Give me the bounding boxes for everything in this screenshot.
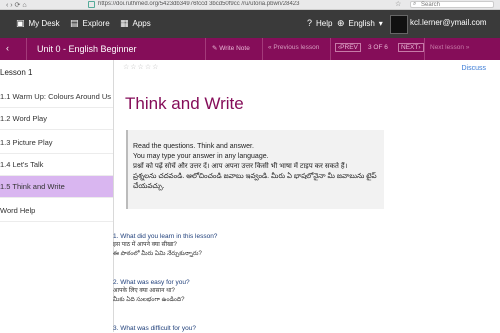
apps-link[interactable]: ▦ Apps bbox=[120, 18, 151, 29]
write-note-button[interactable]: ✎ Write Note bbox=[212, 44, 250, 52]
discuss-link[interactable]: Discuss bbox=[461, 65, 486, 72]
divider bbox=[205, 38, 206, 60]
apps-label: Apps bbox=[132, 19, 151, 28]
user-email[interactable]: kcl.lerner@ymail.com bbox=[410, 18, 487, 27]
lesson-content: ☆☆☆☆☆ Discuss Think and Write Read the q… bbox=[113, 60, 500, 332]
question-hindi: इस पाठ में आपने क्या सीखा? bbox=[113, 242, 177, 248]
instruction-line: Read the questions. Think and answer. bbox=[133, 143, 254, 150]
sidebar-item-warm-up[interactable]: 1.1 Warm Up: Colours Around Us bbox=[0, 86, 113, 108]
divider bbox=[424, 38, 425, 60]
divider bbox=[26, 38, 27, 60]
question-text: 2. What was easy for you? bbox=[113, 279, 190, 286]
help-icon: ? bbox=[307, 18, 313, 28]
page-indicator: 3 OF 6 bbox=[368, 44, 388, 51]
divider bbox=[330, 38, 331, 60]
explore-label: Explore bbox=[82, 19, 110, 28]
search-icon: ⌕ bbox=[413, 1, 417, 7]
my-desk-link[interactable]: ▣ My Desk bbox=[16, 18, 60, 29]
apps-icon: ▦ bbox=[120, 18, 129, 28]
lesson-heading: Lesson 1 bbox=[0, 68, 33, 77]
browser-toolbar: ‹ › ⟳ ⌂ https://doi.ruthmed.org/5423db34… bbox=[0, 0, 500, 10]
sidebar-item-picture-play[interactable]: 1.3 Picture Play bbox=[0, 132, 113, 154]
language-label: English bbox=[348, 19, 375, 28]
sidebar-item-word-play[interactable]: 1.2 Word Play bbox=[0, 108, 113, 130]
sidebar-item-lets-talk[interactable]: 1.4 Let's Talk bbox=[0, 154, 113, 176]
chevron-down-icon: ▾ bbox=[378, 19, 383, 28]
lesson-toolbar: ‹ Unit 0 - English Beginner ✎ Write Note… bbox=[0, 38, 500, 60]
avatar[interactable] bbox=[390, 15, 408, 34]
help-label: Help bbox=[316, 18, 333, 28]
previous-lesson-button[interactable]: « Previous lesson bbox=[268, 44, 319, 51]
bookmark-star-icon[interactable]: ☆ bbox=[395, 0, 401, 8]
instruction-line: ప్రశ్నలను చదవండి. ఆలోచించండి జవాబు ఇవ్వం… bbox=[133, 173, 377, 180]
lesson-sidebar: Lesson 1 1.1 Warm Up: Colours Around Us … bbox=[0, 60, 114, 332]
explore-link[interactable]: ▤ Explore bbox=[70, 18, 110, 29]
app-header: ▣ My Desk ▤ Explore ▦ Apps ? Help ⊕ Engl… bbox=[0, 10, 500, 38]
instructions-box: Read the questions. Think and answer. Yo… bbox=[126, 130, 384, 209]
sidebar-item-word-help[interactable]: Word Help bbox=[0, 200, 113, 222]
unit-title: Unit 0 - English Beginner bbox=[37, 44, 137, 54]
explore-icon: ▤ bbox=[70, 18, 79, 28]
globe-icon: ⊕ bbox=[337, 18, 345, 28]
next-page-button[interactable]: NEXT› bbox=[398, 43, 424, 52]
desk-icon: ▣ bbox=[16, 18, 25, 28]
next-lesson-button[interactable]: Next lesson » bbox=[430, 44, 469, 51]
browser-search-field[interactable]: ⌕ Search bbox=[410, 1, 494, 8]
my-desk-label: My Desk bbox=[28, 19, 60, 28]
question-1: 1. What did you learn in this lesson? इस… bbox=[113, 232, 217, 259]
prev-page-button[interactable]: ‹PREV bbox=[335, 43, 361, 52]
instruction-line: You may type your answer in any language… bbox=[133, 153, 269, 160]
language-selector[interactable]: ⊕ English ▾ bbox=[337, 18, 383, 29]
question-telugu: మీకు ఏది సులభంగా ఉండింది? bbox=[113, 297, 185, 303]
question-text: 1. What did you learn in this lesson? bbox=[113, 233, 218, 240]
instruction-line: చేయవచ్చు. bbox=[133, 183, 165, 190]
browser-nav-icons[interactable]: ‹ › ⟳ ⌂ bbox=[6, 1, 27, 9]
lock-icon bbox=[88, 1, 95, 8]
help-link[interactable]: ? Help bbox=[307, 18, 332, 28]
question-hindi: आपके लिए क्या आसान था? bbox=[113, 288, 175, 294]
address-bar[interactable]: https://doi.ruthmed.org/5423db34976fccd … bbox=[98, 1, 438, 7]
search-placeholder: Search bbox=[421, 2, 441, 8]
question-telugu: ఈ పాఠంలో మీరు ఏమి నేర్చుకున్నారు? bbox=[113, 251, 202, 257]
back-chevron-icon[interactable]: ‹ bbox=[6, 43, 9, 53]
page-title: Think and Write bbox=[125, 94, 244, 113]
question-2: 2. What was easy for you? आपके लिए क्या … bbox=[113, 278, 190, 305]
instruction-line: प्रश्नों को पढ़ें सोचें और उत्तर दें। आप… bbox=[133, 163, 348, 170]
divider bbox=[262, 38, 263, 60]
rating-stars[interactable]: ☆☆☆☆☆ bbox=[123, 63, 159, 71]
sidebar-item-think-and-write[interactable]: 1.5 Think and Write bbox=[0, 176, 113, 198]
